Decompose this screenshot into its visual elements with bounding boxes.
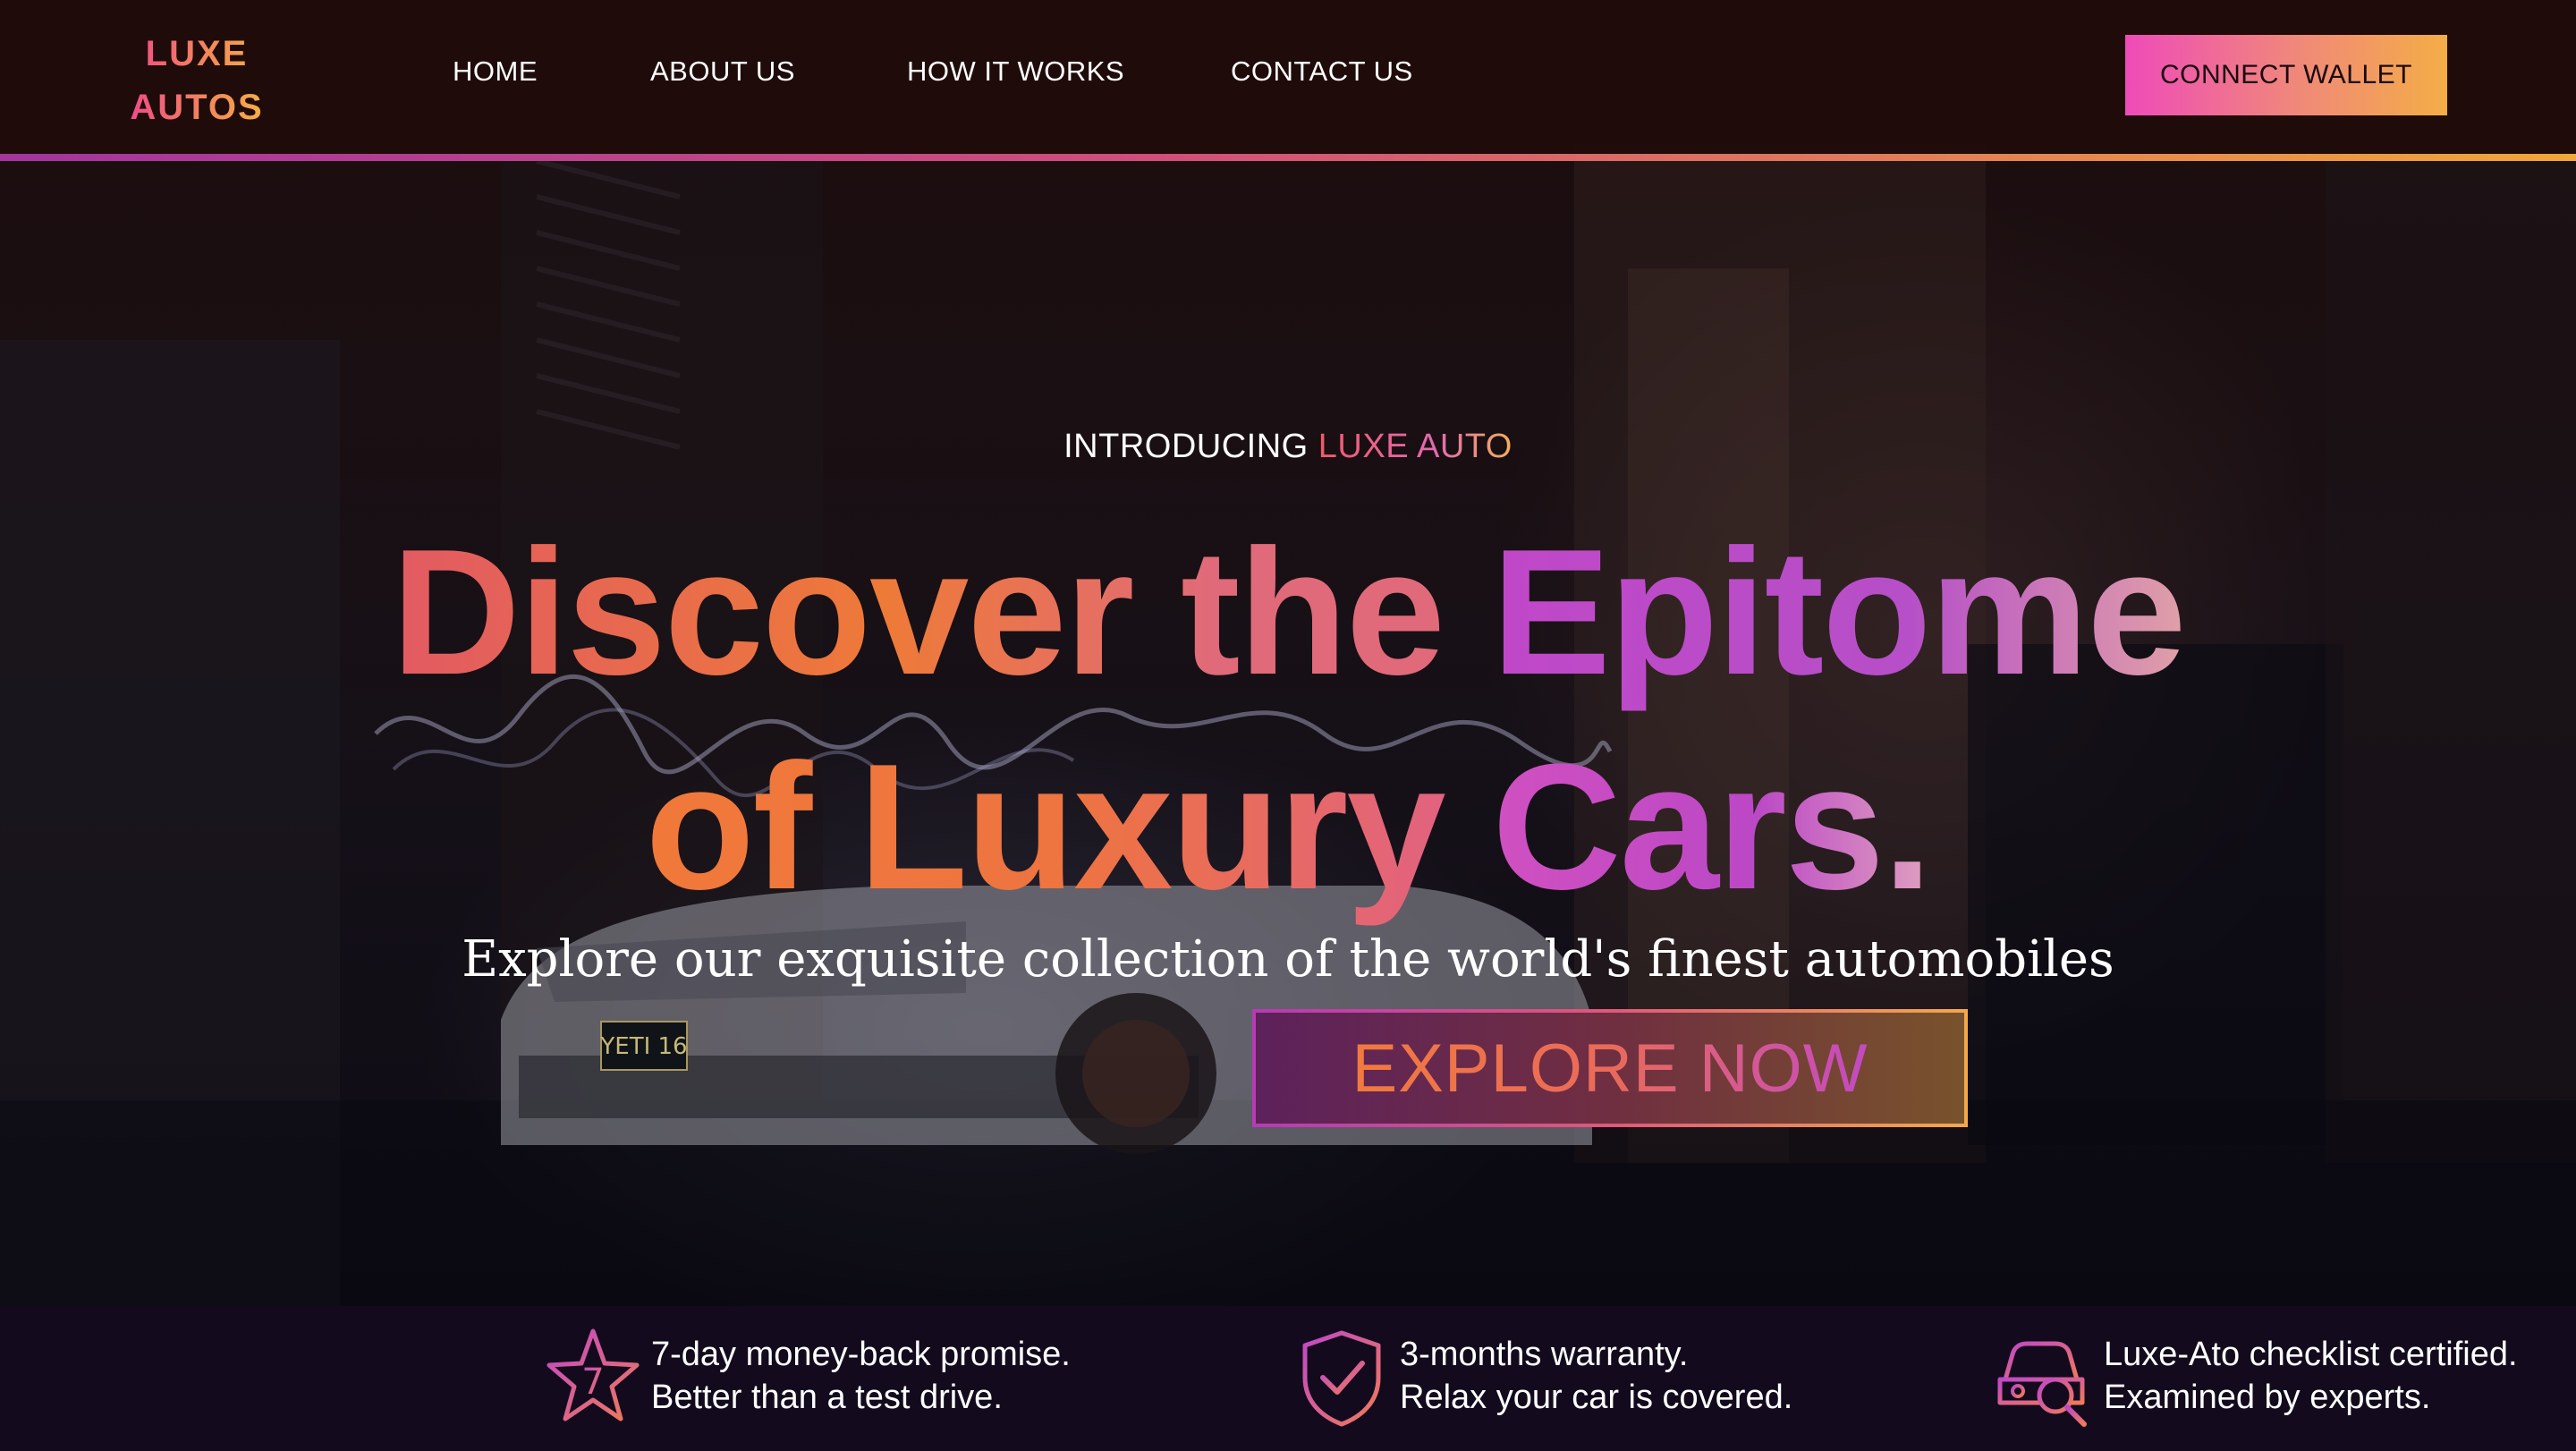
- nav-how-it-works[interactable]: HOW IT WORKS: [907, 55, 1124, 88]
- nav-contact-us[interactable]: CONTACT US: [1231, 55, 1413, 88]
- svg-text:YETI 16: YETI 16: [599, 1033, 687, 1060]
- hero-intro: INTRODUCING LUXE AUTO: [0, 428, 2576, 466]
- shield-check-icon: [1302, 1330, 1381, 1427]
- feature-3-line-2: Examined by experts.: [2104, 1379, 2431, 1416]
- hero-subtitle: Explore our exquisite collection of the …: [462, 930, 2114, 989]
- headline-part-4: Cars.: [1492, 727, 1932, 927]
- explore-now-button[interactable]: EXPLORE NOW: [1252, 1009, 1968, 1127]
- feature-1-line-1: 7-day money-back promise.: [651, 1336, 1071, 1373]
- car-search-icon: [1997, 1341, 2087, 1427]
- feature-warranty: 3-months warranty. Relax your car is cov…: [1292, 1306, 1936, 1451]
- feature-money-back: 7 7-day money-back promise. Better than …: [544, 1306, 1170, 1451]
- nav-home[interactable]: HOME: [453, 55, 538, 88]
- headline-part-3: of Luxury: [645, 727, 1493, 927]
- feature-2-line-1: 3-months warranty.: [1400, 1336, 1689, 1373]
- logo-line-2: AUTOS: [125, 81, 268, 134]
- feature-3-line-1: Luxe-Ato checklist certified.: [2104, 1336, 2518, 1373]
- intro-prefix: INTRODUCING: [1063, 428, 1318, 465]
- header-divider: [0, 154, 2576, 161]
- intro-accent: LUXE AUTO: [1318, 428, 1513, 465]
- feature-checklist: Luxe-Ato checklist certified. Examined b…: [1993, 1306, 2576, 1451]
- nav-about-us[interactable]: ABOUT US: [650, 55, 795, 88]
- features-bar: 7 7-day money-back promise. Better than …: [0, 1306, 2576, 1451]
- brand-logo[interactable]: LUXE AUTOS: [125, 27, 268, 134]
- svg-text:7: 7: [581, 1362, 604, 1403]
- logo-line-1: LUXE: [125, 27, 268, 81]
- headline-part-1: Discover the: [391, 513, 1492, 712]
- hero-headline: Discover the Epitome of Luxury Cars.: [0, 505, 2576, 935]
- connect-wallet-button[interactable]: CONNECT WALLET: [2125, 35, 2447, 115]
- feature-2-line-2: Relax your car is covered.: [1400, 1379, 1793, 1416]
- headline-part-2: Epitome: [1491, 513, 2187, 712]
- feature-1-line-2: Better than a test drive.: [651, 1379, 1003, 1416]
- star-seven-icon: 7: [547, 1328, 640, 1421]
- explore-now-label: EXPLORE NOW: [1352, 1030, 1868, 1107]
- site-header: LUXE AUTOS HOME ABOUT US HOW IT WORKS CO…: [0, 0, 2576, 154]
